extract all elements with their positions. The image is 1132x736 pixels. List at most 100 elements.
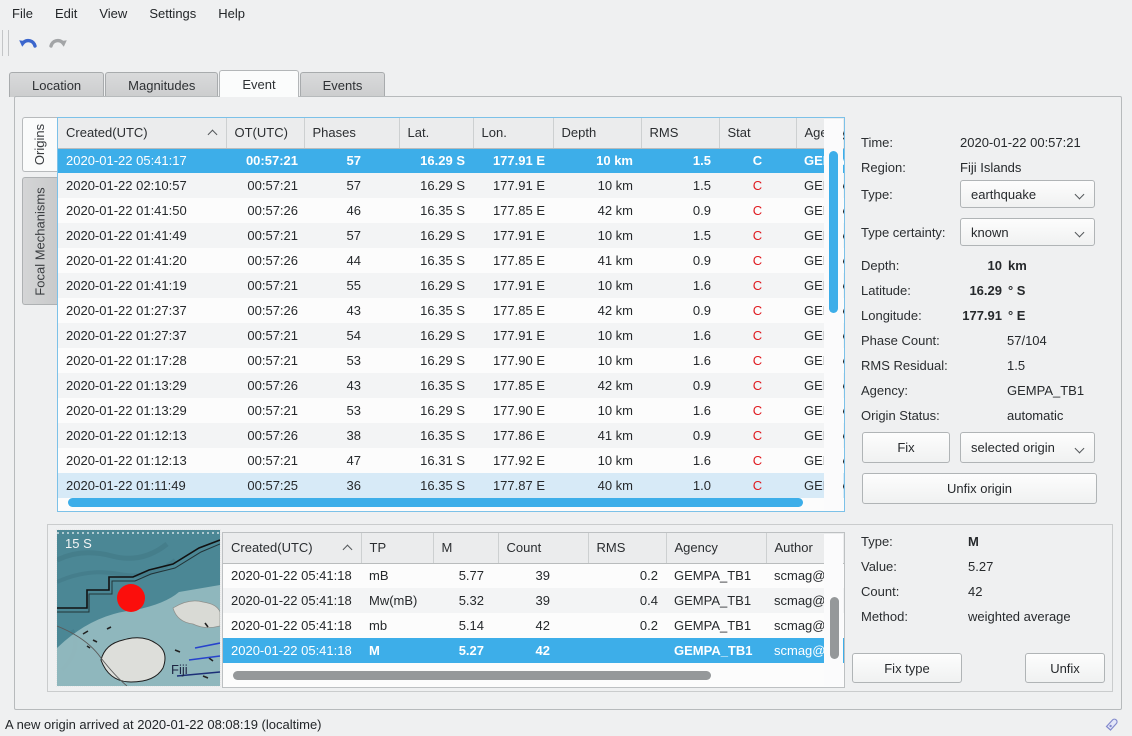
undo-button[interactable]: [15, 30, 41, 56]
menu-file[interactable]: File: [1, 2, 44, 25]
cell: 5.27: [433, 638, 498, 663]
fix-button-label: Fix: [897, 440, 914, 455]
cell: 00:57:26: [226, 423, 304, 448]
event-type-combo[interactable]: earthquake: [960, 180, 1095, 208]
menu-settings[interactable]: Settings: [138, 2, 207, 25]
magnitudes-hscroll-thumb[interactable]: [233, 671, 711, 680]
column-header-created-utc-[interactable]: Created(UTC): [223, 533, 361, 563]
table-row[interactable]: 2020-01-22 05:41:18mB5.77390.2GEMPA_TB1s…: [223, 563, 845, 588]
magnitudes-vscroll-thumb[interactable]: [830, 597, 839, 659]
table-row[interactable]: 2020-01-22 01:17:2800:57:215316.29 S177.…: [58, 348, 845, 373]
cell: 42: [498, 613, 588, 638]
table-row[interactable]: 2020-01-22 01:12:1300:57:214716.31 S177.…: [58, 448, 845, 473]
cell: 2020-01-22 05:41:18: [223, 638, 361, 663]
cell: 55: [304, 273, 399, 298]
main-tab-bar: Location Magnitudes Event Events: [9, 70, 386, 97]
table-row[interactable]: 2020-01-22 01:41:2000:57:264416.35 S177.…: [58, 248, 845, 273]
tab-location[interactable]: Location: [9, 72, 104, 97]
table-row[interactable]: 2020-01-22 01:41:4900:57:215716.29 S177.…: [58, 223, 845, 248]
cell: 177.85 E: [473, 198, 553, 223]
table-row[interactable]: 2020-01-22 05:41:18M5.2742GEMPA_TB1scmag…: [223, 638, 845, 663]
column-header-m[interactable]: M: [433, 533, 498, 563]
agency-value: GEMPA_TB1: [1007, 383, 1084, 398]
cell: 43: [304, 298, 399, 323]
cell: mb: [361, 613, 433, 638]
commit-pen-icon[interactable]: [1103, 716, 1120, 736]
cell: 57: [304, 173, 399, 198]
origins-table: Created(UTC)OT(UTC)PhasesLat.Lon.DepthRM…: [57, 117, 845, 512]
origins-hscroll-thumb[interactable]: [68, 498, 803, 507]
fix-scope-combo[interactable]: selected origin: [960, 432, 1095, 463]
cell: 177.90 E: [473, 348, 553, 373]
column-header-tp[interactable]: TP: [361, 533, 433, 563]
column-header-ot-utc-[interactable]: OT(UTC): [226, 118, 304, 148]
cell: 2020-01-22 01:12:13: [58, 423, 226, 448]
tab-event[interactable]: Event: [219, 70, 298, 97]
table-row[interactable]: 2020-01-22 05:41:18Mw(mB)5.32390.4GEMPA_…: [223, 588, 845, 613]
column-header-rms[interactable]: RMS: [641, 118, 719, 148]
cell: 00:57:25: [226, 473, 304, 498]
unfix-origin-button[interactable]: Unfix origin: [862, 473, 1097, 504]
unfix-button[interactable]: Unfix: [1025, 653, 1105, 683]
cell: 1.6: [641, 348, 719, 373]
cell: 177.91 E: [473, 323, 553, 348]
table-row[interactable]: 2020-01-22 05:41:1700:57:215716.29 S177.…: [58, 148, 845, 173]
fix-button[interactable]: Fix: [862, 432, 950, 463]
table-row[interactable]: 2020-01-22 02:10:5700:57:215716.29 S177.…: [58, 173, 845, 198]
type-certainty-combo[interactable]: known: [960, 218, 1095, 246]
cell: 2020-01-22 02:10:57: [58, 173, 226, 198]
table-row[interactable]: 2020-01-22 01:13:2900:57:215316.29 S177.…: [58, 398, 845, 423]
origins-vscroll-thumb[interactable]: [829, 151, 838, 313]
cell: 41 km: [553, 423, 641, 448]
cell: 42 km: [553, 298, 641, 323]
menu-help[interactable]: Help: [207, 2, 256, 25]
column-header-agency[interactable]: Agency: [666, 533, 766, 563]
table-row[interactable]: 2020-01-22 01:27:3700:57:264316.35 S177.…: [58, 298, 845, 323]
cell: C: [719, 298, 796, 323]
table-row[interactable]: 2020-01-22 01:13:2900:57:264316.35 S177.…: [58, 373, 845, 398]
cell: 44: [304, 248, 399, 273]
column-header-lat-[interactable]: Lat.: [399, 118, 473, 148]
table-row[interactable]: 2020-01-22 05:41:18mb5.14420.2GEMPA_TB1s…: [223, 613, 845, 638]
depth-value: 10: [988, 258, 1002, 273]
mag-count-value: 42: [968, 584, 982, 599]
menu-edit[interactable]: Edit: [44, 2, 88, 25]
tab-magnitudes[interactable]: Magnitudes: [105, 72, 218, 97]
cell: GEMPA_TB1: [666, 588, 766, 613]
cell: 5.14: [433, 613, 498, 638]
cell: 177.85 E: [473, 298, 553, 323]
table-row[interactable]: 2020-01-22 01:41:1900:57:215516.29 S177.…: [58, 273, 845, 298]
tab-events[interactable]: Events: [300, 72, 386, 97]
location-map[interactable]: 15 S Fiji: [57, 530, 220, 686]
cell: 0.9: [641, 248, 719, 273]
cell: 2020-01-22 01:41:19: [58, 273, 226, 298]
table-row[interactable]: 2020-01-22 01:41:5000:57:264616.35 S177.…: [58, 198, 845, 223]
cell: 00:57:26: [226, 248, 304, 273]
cell: 2020-01-22 01:17:28: [58, 348, 226, 373]
menu-view[interactable]: View: [88, 2, 138, 25]
column-header-phases[interactable]: Phases: [304, 118, 399, 148]
side-tab-focal-mechanisms[interactable]: Focal Mechanisms: [22, 177, 57, 305]
cell: C: [719, 198, 796, 223]
cell: 00:57:21: [226, 273, 304, 298]
cell: 16.35 S: [399, 198, 473, 223]
column-header-rms[interactable]: RMS: [588, 533, 666, 563]
column-header-depth[interactable]: Depth: [553, 118, 641, 148]
table-row[interactable]: 2020-01-22 01:11:4900:57:253616.35 S177.…: [58, 473, 845, 498]
cell: 2020-01-22 01:27:37: [58, 323, 226, 348]
cell: 177.85 E: [473, 373, 553, 398]
cell: 1.5: [641, 148, 719, 173]
table-row[interactable]: 2020-01-22 01:27:3700:57:215416.29 S177.…: [58, 323, 845, 348]
side-tab-origins[interactable]: Origins: [22, 117, 57, 172]
toolbar-drag-handle[interactable]: [2, 30, 9, 56]
cell: 36: [304, 473, 399, 498]
column-header-count[interactable]: Count: [498, 533, 588, 563]
redo-button[interactable]: [45, 30, 71, 56]
cell: 2020-01-22 01:11:49: [58, 473, 226, 498]
column-header-created-utc-[interactable]: Created(UTC): [58, 118, 226, 148]
column-header-lon-[interactable]: Lon.: [473, 118, 553, 148]
column-header-stat[interactable]: Stat: [719, 118, 796, 148]
fix-type-button[interactable]: Fix type: [852, 653, 962, 683]
table-row[interactable]: 2020-01-22 01:12:1300:57:263816.35 S177.…: [58, 423, 845, 448]
cell: 57: [304, 223, 399, 248]
